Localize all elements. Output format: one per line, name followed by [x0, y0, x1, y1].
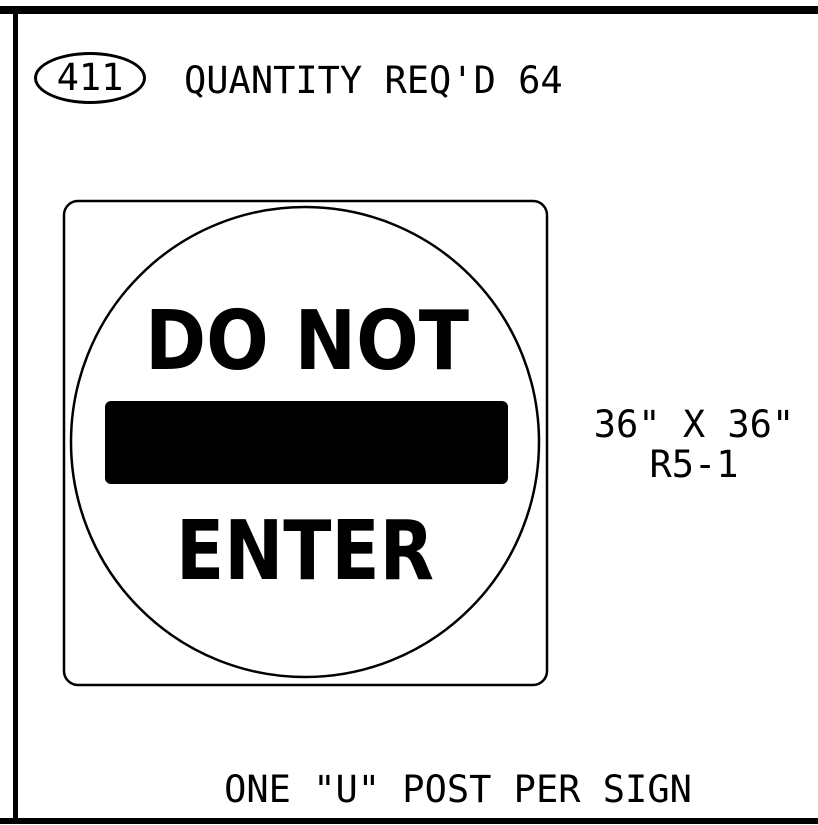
sign-code: R5-1 [649, 443, 739, 486]
sign-size-label: 36" X 36" R5-1 [570, 405, 818, 485]
sign-horizontal-bar [105, 401, 508, 484]
sign-dimensions: 36" X 36" [593, 403, 795, 446]
sign-legend-bottom: ENTER [176, 504, 434, 599]
sign-legend-top: DO NOT [145, 294, 469, 389]
post-note: ONE "U" POST PER SIGN [224, 768, 692, 811]
